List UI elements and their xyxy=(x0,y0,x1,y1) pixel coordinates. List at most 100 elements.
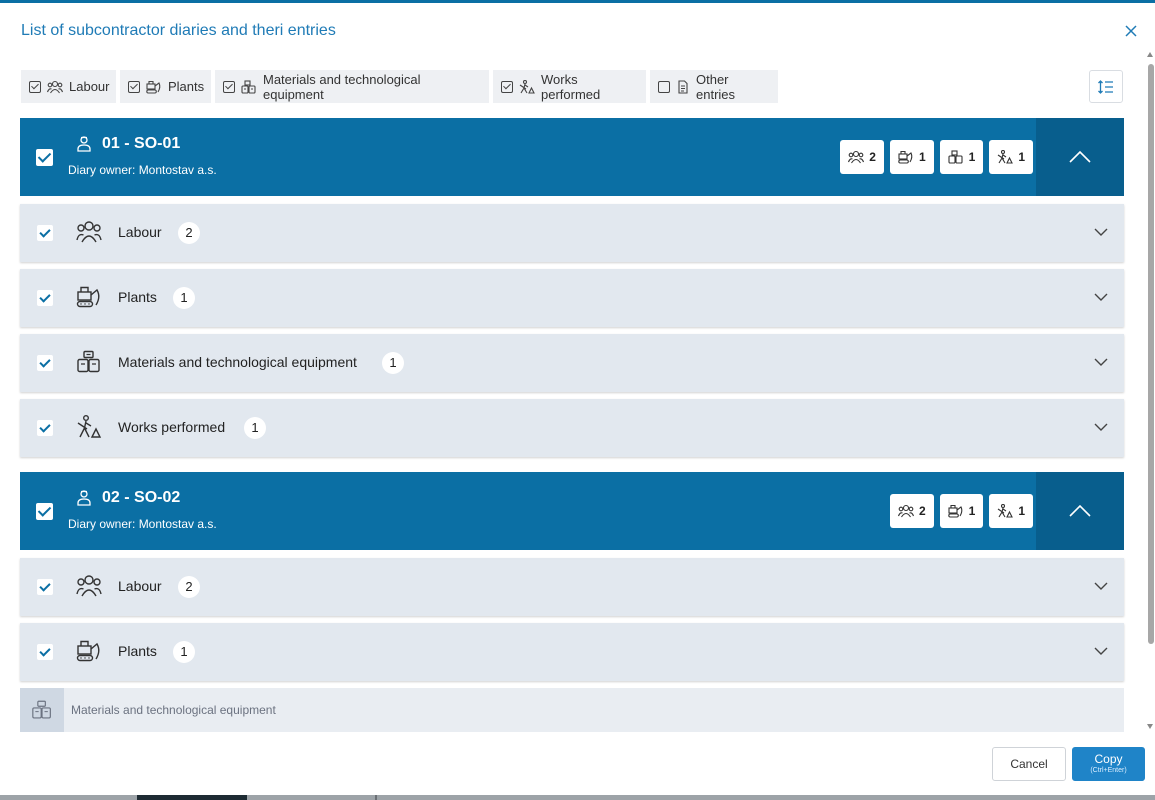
filter-chip-label: Labour xyxy=(69,79,110,94)
filter-checkbox[interactable] xyxy=(29,80,41,93)
workers-icon xyxy=(897,504,914,518)
scroll-down-arrow-icon[interactable] xyxy=(1147,724,1153,729)
chevron-down-icon[interactable] xyxy=(1094,423,1108,432)
filter-checkbox[interactable] xyxy=(223,80,235,93)
excavator-icon xyxy=(947,504,962,518)
chevron-up-icon xyxy=(1069,151,1091,163)
chevron-down-icon[interactable] xyxy=(1094,582,1108,591)
filter-chip-label: Plants xyxy=(168,79,205,94)
taskbar-segment xyxy=(137,795,247,800)
copy-button[interactable]: Copy (Ctrl+Enter) xyxy=(1072,747,1145,781)
section-works-performed[interactable]: Works performed 1 xyxy=(20,399,1124,457)
works-performed-count-badge: 1 xyxy=(989,140,1033,174)
badge-count: 1 xyxy=(968,504,976,518)
materials-count-badge: 1 xyxy=(939,140,984,174)
sort-toggle-button[interactable] xyxy=(1089,70,1123,103)
badge-count: 1 xyxy=(1018,150,1025,164)
worker-digging-icon xyxy=(998,504,1014,518)
excavator-icon xyxy=(898,150,913,164)
filter-chip-label: Works performed xyxy=(541,71,601,102)
filter-chip-works-performed[interactable]: Works performed xyxy=(493,70,646,103)
materials-icon xyxy=(20,688,64,732)
plants-count-badge: 1 xyxy=(889,140,934,174)
section-label: Plants xyxy=(118,289,157,305)
section-plants[interactable]: Plants 1 xyxy=(20,623,1124,681)
section-checkbox[interactable] xyxy=(37,290,53,306)
copy-button-label: Copy xyxy=(1094,752,1123,766)
section-materials[interactable]: Materials and technological equipment 1 xyxy=(20,334,1124,392)
diary-header[interactable]: 01 - SO-01 Diary owner: Montostav a.s. 2… xyxy=(20,118,1124,196)
entry-count-badges: 2 1 1 1 xyxy=(840,140,1033,174)
section-plants[interactable]: Plants 1 xyxy=(20,269,1124,327)
diary-owner: Diary owner: Montostav a.s. xyxy=(68,163,217,177)
diary-name: 02 - SO-02 xyxy=(102,489,181,506)
filter-chip-labour[interactable]: Labour xyxy=(21,70,116,103)
materials-icon xyxy=(241,79,256,94)
section-labour[interactable]: Labour 2 xyxy=(20,558,1124,616)
badge-count: 1 xyxy=(918,150,926,164)
section-checkbox[interactable] xyxy=(37,644,53,660)
document-icon xyxy=(678,79,688,94)
close-icon[interactable] xyxy=(1122,22,1140,40)
section-checkbox[interactable] xyxy=(37,579,53,595)
section-label: Materials and technological equipment xyxy=(71,703,276,717)
sort-list-icon xyxy=(1098,79,1113,94)
worker-digging-icon xyxy=(77,415,102,438)
worker-digging-icon xyxy=(519,79,535,94)
diary-checkbox[interactable] xyxy=(36,149,53,166)
scroll-up-arrow-icon[interactable] xyxy=(1147,52,1153,57)
section-checkbox[interactable] xyxy=(37,355,53,371)
collapse-diary-button[interactable] xyxy=(1036,118,1124,196)
section-checkbox[interactable] xyxy=(37,225,53,241)
dialog-title: List of subcontractor diaries and theri … xyxy=(21,22,336,39)
collapse-diary-button[interactable] xyxy=(1036,472,1124,550)
filter-chip-label: Other entries xyxy=(696,71,736,102)
chevron-down-icon[interactable] xyxy=(1094,228,1108,237)
chevron-down-icon[interactable] xyxy=(1094,358,1108,367)
section-checkbox[interactable] xyxy=(37,420,53,436)
section-labour[interactable]: Labour 2 xyxy=(20,204,1124,262)
filter-chip-materials[interactable]: Materials and technological equipment xyxy=(215,70,489,103)
copy-button-shortcut: (Ctrl+Enter) xyxy=(1090,767,1127,774)
diary-owner: Diary owner: Montostav a.s. xyxy=(68,517,217,531)
materials-icon xyxy=(948,150,963,164)
taskbar-divider xyxy=(375,795,377,800)
filter-checkbox[interactable] xyxy=(128,80,140,93)
section-count: 2 xyxy=(178,222,200,244)
cancel-button[interactable]: Cancel xyxy=(992,747,1066,781)
section-label: Labour xyxy=(118,578,162,594)
worker-digging-icon xyxy=(998,150,1014,164)
chevron-up-icon xyxy=(1069,505,1091,517)
materials-icon xyxy=(77,350,100,373)
filter-checkbox[interactable] xyxy=(501,80,513,93)
chevron-down-icon[interactable] xyxy=(1094,647,1108,656)
top-accent-line xyxy=(0,0,1155,3)
diary-header[interactable]: 02 - SO-02 Diary owner: Montostav a.s. 2… xyxy=(20,472,1124,550)
excavator-icon xyxy=(146,80,161,94)
works-performed-count-badge: 1 xyxy=(989,494,1033,528)
section-label: Works performed xyxy=(118,419,226,435)
section-materials-empty: Materials and technological equipment xyxy=(20,688,1124,732)
badge-count: 1 xyxy=(1018,504,1025,518)
section-count: 1 xyxy=(173,641,195,663)
scrollbar-thumb[interactable] xyxy=(1148,64,1154,644)
badge-count: 2 xyxy=(918,504,926,518)
workers-icon xyxy=(47,80,63,93)
entry-type-filter-bar: Labour Plants Materials and technologica… xyxy=(21,70,778,103)
person-icon xyxy=(77,490,91,506)
workers-icon xyxy=(76,575,102,597)
chevron-down-icon[interactable] xyxy=(1094,293,1108,302)
plants-count-badge: 1 xyxy=(939,494,984,528)
badge-count: 1 xyxy=(968,150,976,164)
filter-chip-plants[interactable]: Plants xyxy=(120,70,211,103)
workers-icon xyxy=(76,221,102,243)
person-icon xyxy=(77,136,91,152)
diary-checkbox[interactable] xyxy=(36,503,53,520)
section-label: Plants xyxy=(118,643,157,659)
filter-chip-label: Materials and technological equipment xyxy=(263,71,421,102)
section-count: 1 xyxy=(244,417,266,439)
section-count: 1 xyxy=(173,287,195,309)
filter-chip-other-entries[interactable]: Other entries xyxy=(650,70,778,103)
section-count: 1 xyxy=(382,352,404,374)
filter-checkbox[interactable] xyxy=(658,80,670,93)
